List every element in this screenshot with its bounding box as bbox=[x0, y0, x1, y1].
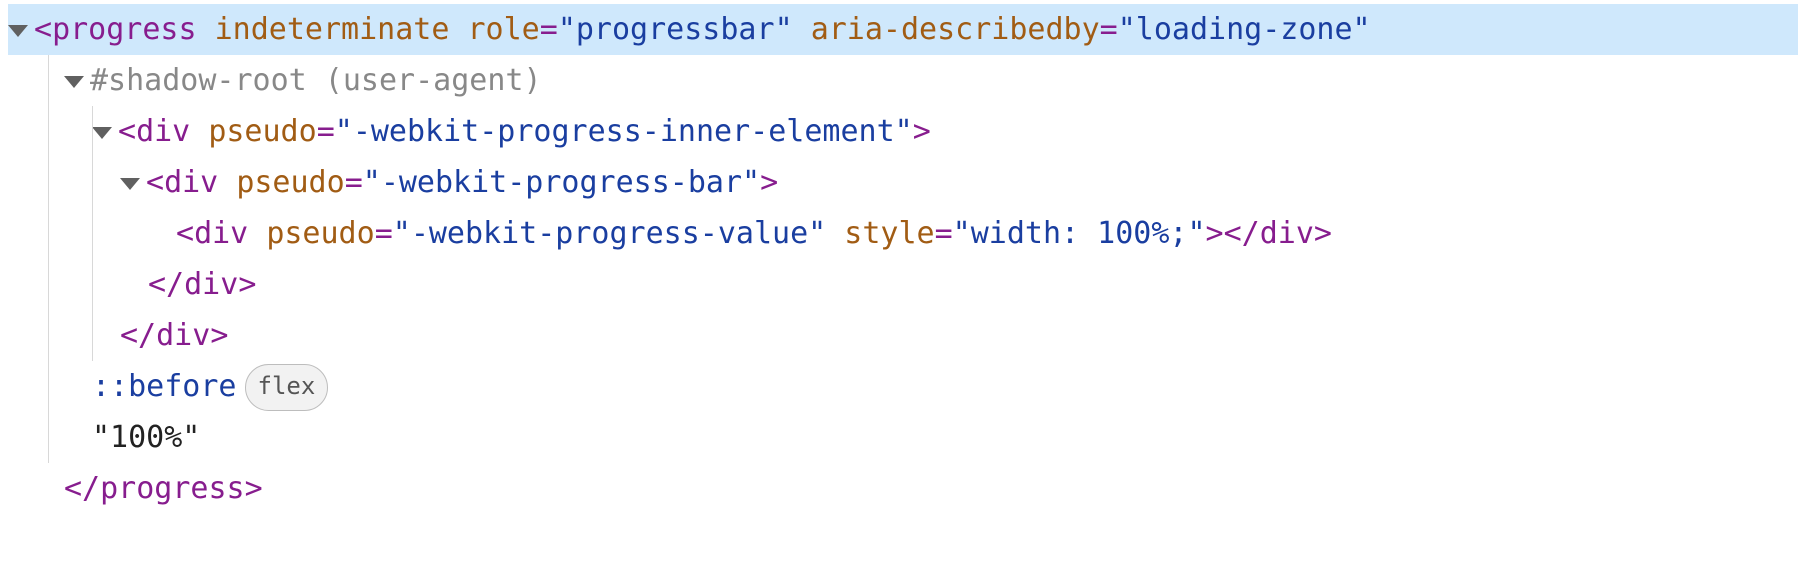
angle-close: > bbox=[210, 318, 228, 353]
tree-row-text-node[interactable]: "100%" bbox=[8, 412, 1798, 463]
space bbox=[248, 216, 266, 251]
tag-name: div bbox=[164, 165, 218, 200]
tree-guide bbox=[8, 55, 9, 106]
disclosure-triangle-icon[interactable] bbox=[92, 127, 112, 139]
tree-row-pseudo-before[interactable]: ::beforeflex bbox=[8, 361, 1798, 412]
tree-row-close-bar[interactable]: </div> bbox=[8, 259, 1798, 310]
quote: " bbox=[335, 114, 353, 149]
tree-guide bbox=[8, 310, 9, 361]
attr-value-pseudo: -webkit-progress-bar bbox=[381, 165, 742, 200]
tree-row-progress-open[interactable]: <progress indeterminate role="progressba… bbox=[8, 4, 1798, 55]
angle-close: > bbox=[238, 267, 256, 302]
quote: " bbox=[393, 216, 411, 251]
space bbox=[793, 12, 811, 47]
equals: = bbox=[375, 216, 393, 251]
tree-guide bbox=[8, 361, 9, 412]
tree-guide bbox=[8, 208, 9, 259]
dom-tree: <progress indeterminate role="progressba… bbox=[0, 0, 1798, 514]
attr-value-pseudo: -webkit-progress-inner-element bbox=[353, 114, 895, 149]
tag-name: progress bbox=[52, 12, 197, 47]
angle-close: > bbox=[1314, 216, 1332, 251]
space bbox=[197, 12, 215, 47]
close-open: </ bbox=[64, 471, 100, 506]
tree-row-progress-value[interactable]: <div pseudo="-webkit-progress-value" sty… bbox=[8, 208, 1798, 259]
tag-name: div bbox=[194, 216, 248, 251]
angle-open: < bbox=[118, 114, 136, 149]
tree-guide bbox=[8, 157, 9, 208]
pseudo-before-label: ::before bbox=[92, 369, 237, 404]
close-open: </ bbox=[120, 318, 156, 353]
attr-value-pseudo: -webkit-progress-value bbox=[411, 216, 808, 251]
text-node-value: "100%" bbox=[92, 420, 200, 455]
quote: " bbox=[742, 165, 760, 200]
tree-row-shadow-root[interactable]: #shadow-root (user-agent) bbox=[8, 55, 1798, 106]
shadow-root-label: #shadow-root (user-agent) bbox=[90, 63, 542, 98]
tree-row-inner-element[interactable]: <div pseudo="-webkit-progress-inner-elem… bbox=[8, 106, 1798, 157]
tree-guide bbox=[8, 106, 9, 157]
close-name: div bbox=[156, 318, 210, 353]
attr-value-role: progressbar bbox=[576, 12, 775, 47]
angle-open: < bbox=[34, 12, 52, 47]
tree-row-progress-bar[interactable]: <div pseudo="-webkit-progress-bar"> bbox=[8, 157, 1798, 208]
flex-badge[interactable]: flex bbox=[245, 364, 329, 411]
open-close-empty: ></ bbox=[1206, 216, 1260, 251]
attr-name-role: role bbox=[468, 12, 540, 47]
space bbox=[218, 165, 236, 200]
quote: " bbox=[808, 216, 826, 251]
disclosure-triangle-icon[interactable] bbox=[64, 76, 84, 88]
quote: " bbox=[558, 12, 576, 47]
angle-close: > bbox=[245, 471, 263, 506]
close-open: </ bbox=[148, 267, 184, 302]
tag-name: div bbox=[136, 114, 190, 149]
quote: " bbox=[363, 165, 381, 200]
angle-open: < bbox=[146, 165, 164, 200]
space bbox=[449, 12, 467, 47]
space bbox=[190, 114, 208, 149]
attr-value-style: width: 100%; bbox=[971, 216, 1188, 251]
equals: = bbox=[935, 216, 953, 251]
angle-close: > bbox=[760, 165, 778, 200]
close-tag-name: div bbox=[1260, 216, 1314, 251]
disclosure-triangle-icon[interactable] bbox=[120, 178, 140, 190]
tree-row-progress-close[interactable]: </progress> bbox=[8, 463, 1798, 514]
quote: " bbox=[1353, 12, 1371, 47]
close-name: div bbox=[184, 267, 238, 302]
tree-row-close-inner[interactable]: </div> bbox=[8, 310, 1798, 361]
space bbox=[826, 216, 844, 251]
attr-name-pseudo: pseudo bbox=[208, 114, 316, 149]
disclosure-triangle-icon[interactable] bbox=[8, 25, 28, 37]
attr-name-style: style bbox=[844, 216, 934, 251]
equals: = bbox=[345, 165, 363, 200]
equals: = bbox=[540, 12, 558, 47]
angle-open: < bbox=[176, 216, 194, 251]
quote: " bbox=[1187, 216, 1205, 251]
quote: " bbox=[775, 12, 793, 47]
angle-close: > bbox=[913, 114, 931, 149]
attr-name-pseudo: pseudo bbox=[236, 165, 344, 200]
attr-value-aria-describedby: loading-zone bbox=[1136, 12, 1353, 47]
quote: " bbox=[953, 216, 971, 251]
attr-name-pseudo: pseudo bbox=[266, 216, 374, 251]
equals: = bbox=[1100, 12, 1118, 47]
quote: " bbox=[895, 114, 913, 149]
attr-name-indeterminate: indeterminate bbox=[215, 12, 450, 47]
quote: " bbox=[1118, 12, 1136, 47]
tree-guide bbox=[8, 259, 9, 310]
tree-guide bbox=[8, 412, 9, 463]
attr-name-aria-describedby: aria-describedby bbox=[811, 12, 1100, 47]
close-name: progress bbox=[100, 471, 245, 506]
equals: = bbox=[317, 114, 335, 149]
